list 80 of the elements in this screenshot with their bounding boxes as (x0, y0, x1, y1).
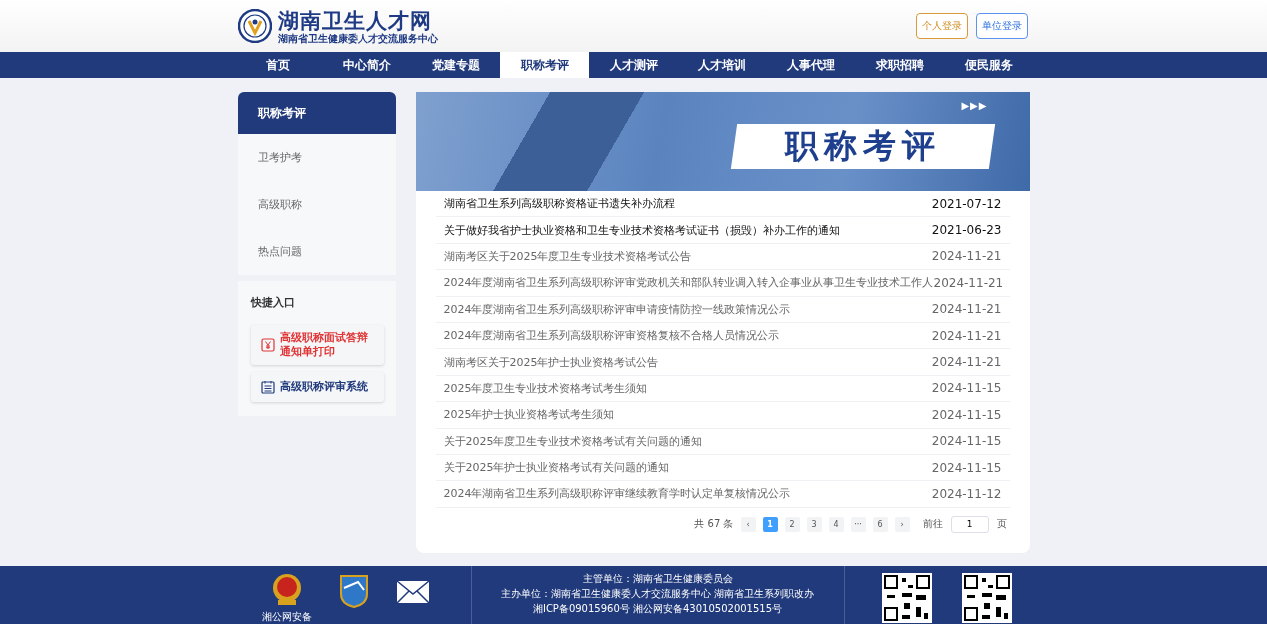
article-title[interactable]: 2024年度湖南省卫生系列高级职称评审资格复核不合格人员情况公示 (443, 328, 780, 344)
article-date: 2021-07-12 (931, 196, 1002, 211)
quick-entry-title: 快捷入口 (250, 295, 296, 310)
article-row[interactable]: 关于2025年度卫生专业技术资格考试有关问题的通知 2024-11-15 (435, 428, 1010, 455)
nav-tab[interactable]: 首页 (233, 52, 323, 78)
goto-label: 前往 (922, 517, 943, 532)
footer-text: 主管单位：湖南省卫生健康委员会 (582, 572, 733, 586)
article-date: 2024-11-21 (931, 302, 1002, 317)
article-row[interactable]: 2024年湖南省卫生系列高级职称评审继续教育学时认定单复核情况公示 2024-11-12 (435, 481, 1010, 508)
article-row[interactable]: 2024年度湖南省卫生系列高级职称评审党政机关和部队转业调入转入企事业从事卫生专业技术工作人2024-11-21 (435, 270, 1010, 297)
article-date: 2024-11-21 (931, 355, 1002, 370)
article-date: 2024-11-15 (931, 407, 1002, 422)
article-row[interactable]: 湖南考区关于2025年护士执业资格考试公告 2024-11-21 (435, 349, 1010, 376)
article-row[interactable]: 关于2025年护士执业资格考试有关问题的通知 2024-11-15 (435, 454, 1010, 482)
calendar-icon (260, 380, 275, 394)
article-row[interactable]: 湖南考区关于2025年度卫生专业技术资格考试公告 2024-11-21 (435, 243, 1010, 271)
article-date: 2024-11-15 (931, 381, 1002, 396)
article-title[interactable]: 2024年湖南省卫生系列高级职称评审继续教育学时认定单复核情况公示 (443, 486, 791, 502)
nav-tab[interactable]: 人事代理 (766, 52, 856, 78)
banner-title: 职称考评 (730, 124, 995, 169)
qr-code (961, 573, 1012, 623)
article-title[interactable]: 2024年度湖南省卫生系列高级职称评审申请疫情防控一线政策情况公示 (443, 301, 791, 317)
sidebar-header: 职称考评 (237, 92, 396, 134)
article-row[interactable]: 关于做好我省护士执业资格和卫生专业技术资格考试证书（损毁）补办工作的通知 2021-06-23 (435, 217, 1010, 244)
article-title[interactable]: 关于2025年护士执业资格考试有关问题的通知 (443, 460, 670, 476)
site-title: 湖南卫生人才网 (277, 8, 433, 33)
sidebar-item[interactable]: 卫考护考 (237, 134, 396, 181)
article-row[interactable]: 湖南省卫生系列高级职称资格证书遗失补办流程 2021-07-12 (435, 191, 1010, 218)
sidebar-item[interactable]: 热点问题 (237, 228, 396, 275)
article-title[interactable]: 湖南省卫生系列高级职称资格证书遗失补办流程 (443, 196, 675, 212)
yen-icon (260, 338, 275, 352)
article-title[interactable]: 2024年度湖南省卫生系列高级职称评审党政机关和部队转业调入转入企事业从事卫生专业技术工作人 (443, 275, 934, 291)
emblem-icon (270, 572, 303, 608)
article-title[interactable]: 2025年护士执业资格考试考生须知 (443, 407, 615, 423)
mail-icon (395, 580, 430, 604)
total-count: 共 67 条 (694, 517, 734, 532)
footer-text: 主办单位：湖南省卫生健康委人才交流服务中心 湖南省卫生系列职改办 (500, 587, 815, 601)
nav-tab[interactable]: 人才测评 (589, 52, 678, 78)
page-button[interactable]: 6 (872, 516, 888, 532)
article-date: 2024-11-21 (931, 249, 1002, 264)
nav-tab[interactable]: 党建专题 (411, 52, 501, 78)
next-page-button[interactable]: › (894, 516, 910, 532)
page-button[interactable]: 4 (828, 516, 844, 532)
shield-icon (337, 572, 370, 608)
prev-page-button[interactable]: ‹ (740, 516, 756, 532)
article-title[interactable]: 湖南考区关于2025年护士执业资格考试公告 (443, 354, 659, 370)
page-input[interactable]: 1 (950, 515, 989, 533)
article-date: 2021-06-23 (931, 223, 1002, 238)
quick-link[interactable]: 高级职称面试答辩通知单打印 (250, 325, 384, 365)
nav-tab[interactable]: 便民服务 (944, 52, 1034, 78)
nav-tab[interactable]: 职称考评 (500, 52, 590, 78)
article-date: 2024-11-12 (931, 487, 1002, 501)
article-title[interactable]: 湖南考区关于2025年度卫生专业技术资格考试公告 (443, 248, 692, 264)
article-date: 2024-11-21 (931, 328, 1002, 343)
sidebar-item[interactable]: 高级职称 (237, 181, 396, 228)
quick-link[interactable]: 高级职称评审系统 (250, 372, 384, 402)
arrows-icon: ▶▶▶ (961, 100, 988, 111)
login-button[interactable]: 单位登录 (975, 13, 1028, 39)
police-label: 湘公网安备 (261, 610, 312, 624)
article-title[interactable]: 关于做好我省护士执业资格和卫生专业技术资格考试证书（损毁）补办工作的通知 (443, 222, 840, 238)
logo-icon (237, 9, 272, 43)
article-row[interactable]: 2024年度湖南省卫生系列高级职称评审资格复核不合格人员情况公示 2024-11-21 (435, 322, 1010, 350)
footer-text: 湘ICP备09015960号 湘公网安备43010502001515号 (532, 602, 783, 616)
article-row[interactable]: 2025年度卫生专业技术资格考试考生须知 2024-11-15 (435, 375, 1010, 403)
nav-tab[interactable]: 求职招聘 (855, 52, 945, 78)
article-row[interactable]: 2025年护士执业资格考试考生须知 2024-11-15 (435, 402, 1010, 429)
article-title[interactable]: 2025年度卫生专业技术资格考试考生须知 (443, 380, 648, 396)
qr-code (881, 573, 932, 623)
nav-tab[interactable]: 中心简介 (322, 52, 412, 78)
article-title[interactable]: 关于2025年度卫生专业技术资格考试有关问题的通知 (443, 433, 703, 449)
article-date: 2024-11-21 (933, 275, 1004, 290)
article-row[interactable]: 2024年度湖南省卫生系列高级职称评审申请疫情防控一线政策情况公示 2024-11-21 (435, 296, 1010, 323)
page-button[interactable]: 2 (784, 516, 800, 532)
article-date: 2024-11-15 (931, 434, 1002, 449)
page-button[interactable]: ··· (850, 516, 866, 532)
nav-tab[interactable]: 人才培训 (677, 52, 767, 78)
site-subtitle: 湖南省卫生健康委人才交流服务中心 (277, 32, 438, 44)
page-unit: 页 (996, 517, 1007, 532)
page-button[interactable]: 3 (806, 516, 822, 532)
article-date: 2024-11-15 (931, 460, 1002, 475)
